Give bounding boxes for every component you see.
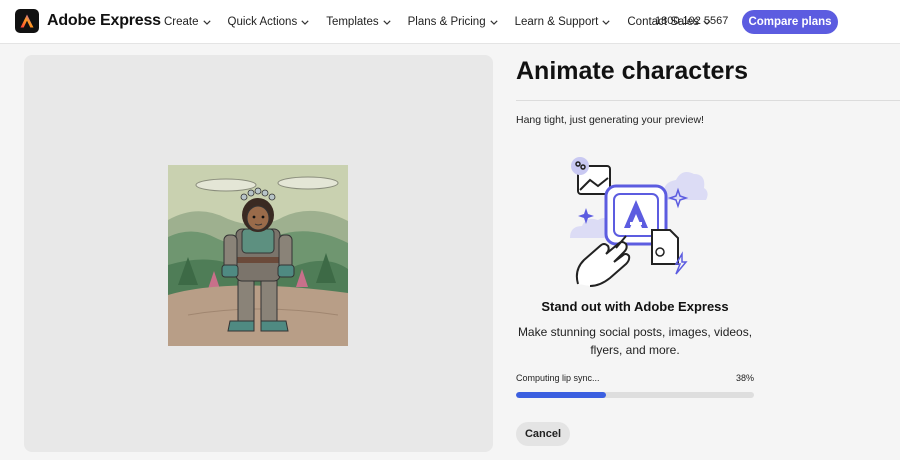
top-navigation-bar: Adobe Express Create Quick Actions Templ… <box>0 0 900 44</box>
status-message: Hang tight, just generating your preview… <box>516 114 704 126</box>
nav-item-quick-actions[interactable]: Quick Actions <box>228 16 310 28</box>
nav-item-create[interactable]: Create <box>164 16 211 28</box>
nav-item-label: Create <box>164 16 199 28</box>
chevron-down-icon <box>383 19 391 25</box>
chevron-down-icon <box>602 19 610 25</box>
nav-item-label: Plans & Pricing <box>407 16 486 28</box>
express-illustration-icon <box>566 152 708 288</box>
main-nav: Create Quick Actions Templates Plans & P… <box>164 0 728 44</box>
nav-item-plans-pricing[interactable]: Plans & Pricing <box>408 16 498 28</box>
promo-title: Stand out with Adobe Express <box>541 299 729 314</box>
progress-bar <box>516 392 754 398</box>
adobe-express-logo-icon <box>15 9 39 33</box>
nav-item-templates[interactable]: Templates <box>326 16 391 28</box>
chevron-down-icon <box>202 19 211 25</box>
progress-fill <box>516 392 607 398</box>
nav-item-learn-support[interactable]: Learn & Support <box>515 16 611 28</box>
page-title: Animate characters <box>516 57 749 85</box>
progress-percent: 38% <box>735 373 754 383</box>
nav-item-label: Quick Actions <box>227 16 298 28</box>
chevron-down-icon <box>301 19 309 25</box>
phone-number-link[interactable]: 1800 102 5567 <box>655 15 728 27</box>
chevron-down-icon <box>489 19 498 25</box>
brand-name: Adobe Express <box>47 12 161 29</box>
nav-item-label: Learn & Support <box>514 16 599 28</box>
promo-text: Make stunning social posts, images, vide… <box>517 325 753 357</box>
progress-label: Computing lip sync... <box>516 373 600 383</box>
title-divider <box>516 100 900 101</box>
character-preview-image <box>168 165 348 346</box>
brand[interactable]: Adobe Express <box>15 9 161 33</box>
preview-panel <box>24 55 493 452</box>
nav-item-label: Templates <box>326 16 379 28</box>
compare-plans-button[interactable]: Compare plans <box>742 10 838 34</box>
cancel-button[interactable]: Cancel <box>516 422 570 446</box>
